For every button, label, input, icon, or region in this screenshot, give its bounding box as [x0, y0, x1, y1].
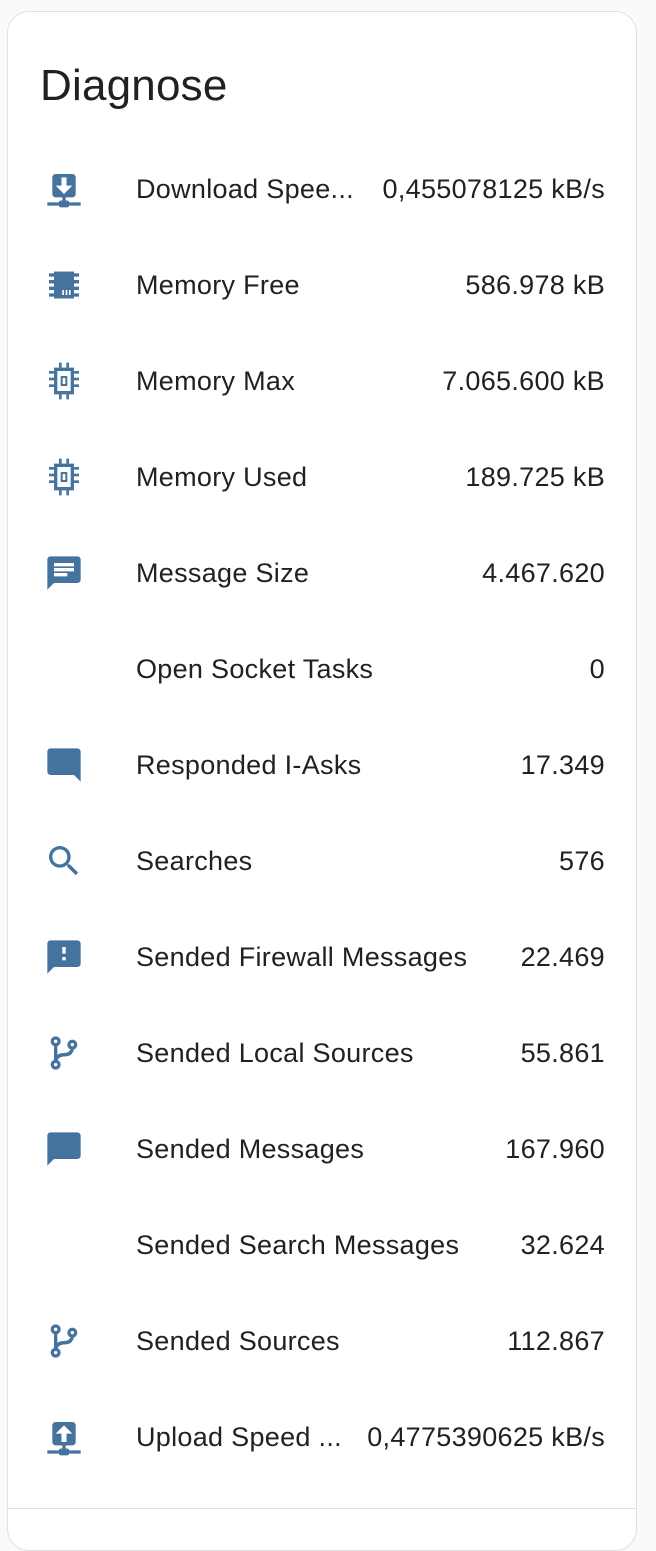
entity-row-download-speed[interactable]: Download Spee... 0,455078125 kB/s: [8, 141, 636, 237]
entity-row-open-socket-tasks[interactable]: Open Socket Tasks 0: [8, 621, 636, 717]
entity-value: 112.867: [507, 1325, 605, 1356]
entity-value: 32.624: [520, 1229, 605, 1260]
message-alert-icon: [44, 937, 84, 977]
entity-value: 0: [589, 653, 605, 684]
entity-value: 0,455078125 kB/s: [382, 173, 605, 204]
entity-label: Responded I-Asks: [136, 749, 362, 780]
entity-row-sended-sources[interactable]: Sended Sources 112.867: [8, 1293, 636, 1389]
message-icon: [44, 1129, 84, 1169]
entity-label: Sended Firewall Messages: [136, 941, 468, 972]
entity-row-responded-i-asks[interactable]: Responded I-Asks 17.349: [8, 717, 636, 813]
entity-label: Open Socket Tasks: [136, 653, 374, 684]
entity-value: 4.467.620: [482, 557, 605, 588]
entity-row-upload-speed[interactable]: Upload Speed ... 0,4775390625 kB/s: [8, 1389, 636, 1485]
card-footer-divider: [8, 1508, 636, 1509]
message-text-icon: [44, 553, 84, 593]
entity-label: Memory Max: [136, 365, 296, 396]
source-branch-icon: [44, 1321, 84, 1361]
entity-value: 576: [559, 845, 605, 876]
entity-value: 586.978 kB: [465, 269, 605, 300]
source-branch-icon: [44, 1033, 84, 1073]
entity-label: Message Size: [136, 557, 310, 588]
diagnose-card: Diagnose Download Spee... 0,455078125 kB…: [7, 11, 637, 1551]
entity-row-searches[interactable]: Searches 576: [8, 813, 636, 909]
entity-row-sended-messages[interactable]: Sended Messages 167.960: [8, 1101, 636, 1197]
entity-label: Download Spee...: [136, 173, 354, 204]
chip-icon: [44, 265, 84, 305]
entity-label: Memory Free: [136, 269, 300, 300]
chip-icon: [44, 457, 84, 497]
upload-network-icon: [44, 1417, 84, 1457]
message-reply-icon: [44, 745, 84, 785]
entity-value: 0,4775390625 kB/s: [367, 1421, 605, 1452]
magnify-icon: [44, 841, 84, 881]
entity-value: 55.861: [520, 1037, 605, 1068]
entity-label: Searches: [136, 845, 253, 876]
entity-row-sended-search-messages[interactable]: Sended Search Messages 32.624: [8, 1197, 636, 1293]
entity-value: 22.469: [520, 941, 605, 972]
entity-label: Memory Used: [136, 461, 308, 492]
entity-value: 17.349: [520, 749, 605, 780]
chip-icon: [44, 361, 84, 401]
entity-label: Sended Local Sources: [136, 1037, 414, 1068]
entity-label: Sended Messages: [136, 1133, 365, 1164]
entity-row-sended-local-sources[interactable]: Sended Local Sources 55.861: [8, 1005, 636, 1101]
entity-row-message-size[interactable]: Message Size 4.467.620: [8, 525, 636, 621]
entity-row-memory-used[interactable]: Memory Used 189.725 kB: [8, 429, 636, 525]
entity-row-memory-max[interactable]: Memory Max 7.065.600 kB: [8, 333, 636, 429]
entity-value: 7.065.600 kB: [442, 365, 605, 396]
card-title: Diagnose: [40, 61, 228, 110]
entity-list: Download Spee... 0,455078125 kB/s Memory…: [8, 141, 636, 1485]
entity-label: Upload Speed ...: [136, 1421, 342, 1452]
entity-label: Sended Sources: [136, 1325, 340, 1356]
entity-label: Sended Search Messages: [136, 1229, 460, 1260]
entity-row-sended-firewall-messages[interactable]: Sended Firewall Messages 22.469: [8, 909, 636, 1005]
entity-value: 189.725 kB: [465, 461, 605, 492]
entity-row-memory-free[interactable]: Memory Free 586.978 kB: [8, 237, 636, 333]
download-network-icon: [44, 169, 84, 209]
entity-value: 167.960: [505, 1133, 605, 1164]
